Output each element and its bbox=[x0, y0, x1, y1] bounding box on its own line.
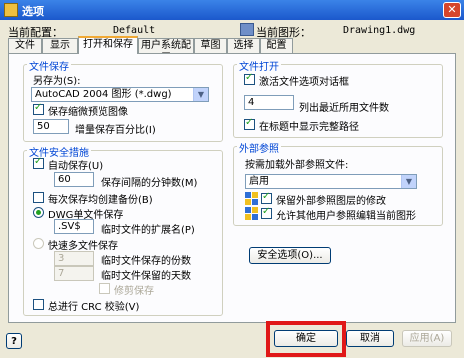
help-button[interactable]: ? bbox=[6, 333, 22, 349]
autosave-label: 自动保存(U) bbox=[48, 161, 104, 172]
retain-changes-label: 保留外部参照图层的修改 bbox=[276, 196, 386, 207]
demand-load-select[interactable]: 启用 ▼ bbox=[245, 174, 417, 189]
autosave-checkbox[interactable] bbox=[33, 156, 44, 169]
temp-ext-label: 临时文件的扩展名(P) bbox=[101, 225, 195, 236]
tab-user-prefs[interactable]: 用户系统配置 bbox=[138, 38, 194, 64]
full-path-label: 在标题中显示完整路径 bbox=[259, 122, 359, 133]
chevron-down-icon: ▼ bbox=[193, 88, 208, 101]
temp-days-label: 临时文件保留的天数 bbox=[101, 271, 191, 282]
demand-load-label: 按需加载外部参照文件: bbox=[245, 160, 349, 171]
allow-edit-label: 允许其他用户参照编辑当前图形 bbox=[276, 211, 416, 222]
recent-files-label: 列出最近所用文件数 bbox=[299, 103, 389, 114]
tab-files[interactable]: 文件 bbox=[8, 38, 42, 53]
security-options-button[interactable]: 安全选项(O)... bbox=[249, 247, 331, 264]
temp-days-input[interactable]: 7 bbox=[54, 266, 94, 281]
shield-icon bbox=[245, 192, 258, 205]
file-dialog-checkbox[interactable] bbox=[244, 72, 255, 85]
full-path-checkbox[interactable] bbox=[244, 117, 255, 130]
window-title: 选项 bbox=[22, 5, 44, 18]
apply-button[interactable]: 应用(A) bbox=[402, 330, 452, 347]
thumbnail-label: 保存缩微预览图像 bbox=[48, 107, 128, 118]
minutes-input[interactable]: 60 bbox=[54, 172, 94, 187]
title-bar: 选项 ✕ bbox=[0, 0, 464, 20]
file-save-title: 文件保存 bbox=[27, 58, 71, 73]
chevron-down-icon: ▼ bbox=[401, 175, 416, 188]
incremental-label: 增量保存百分比(I) bbox=[75, 125, 156, 136]
temp-ext-input[interactable]: .SV$ bbox=[54, 219, 94, 234]
drawing-value: Drawing1.dwg bbox=[343, 25, 416, 36]
incremental-input[interactable]: 50 bbox=[33, 119, 69, 134]
temp-count-label: 临时文件保存的份数 bbox=[101, 256, 191, 267]
recent-files-input[interactable]: 4 bbox=[244, 95, 294, 110]
drawing-icon bbox=[240, 23, 254, 36]
prune-label: 修剪保存 bbox=[114, 286, 154, 297]
shield-icon bbox=[245, 207, 258, 220]
tab-panel: 文件保存 另存为(S): AutoCAD 2004 图形 (*.dwg) ▼ 保… bbox=[8, 53, 456, 323]
tab-open-save[interactable]: 打开和保存 bbox=[78, 36, 138, 54]
multi-save-radio[interactable] bbox=[33, 238, 44, 249]
file-open-title: 文件打开 bbox=[237, 58, 281, 73]
thumbnail-checkbox[interactable] bbox=[33, 102, 44, 115]
close-icon[interactable]: ✕ bbox=[443, 2, 461, 18]
saveas-select[interactable]: AutoCAD 2004 图形 (*.dwg) ▼ bbox=[31, 87, 209, 102]
saveas-value: AutoCAD 2004 图形 (*.dwg) bbox=[35, 89, 172, 100]
temp-count-input[interactable]: 3 bbox=[54, 251, 94, 266]
file-dialog-label: 激活文件选项对话框 bbox=[259, 77, 349, 88]
app-icon bbox=[4, 3, 18, 17]
allow-edit-checkbox[interactable] bbox=[261, 206, 272, 219]
tab-profiles[interactable]: 配置 bbox=[260, 38, 293, 53]
highlight-frame bbox=[266, 321, 346, 357]
minutes-label: 保存间隔的分钟数(M) bbox=[101, 178, 198, 189]
xref-title: 外部参照 bbox=[237, 140, 281, 155]
backup-label: 每次保存均创建备份(B) bbox=[48, 195, 153, 206]
saveas-label: 另存为(S): bbox=[33, 76, 81, 87]
cancel-button[interactable]: 取消 bbox=[346, 330, 394, 347]
tab-display[interactable]: 显示 bbox=[42, 38, 78, 53]
prune-checkbox[interactable] bbox=[99, 283, 110, 294]
retain-changes-checkbox[interactable] bbox=[261, 191, 272, 204]
demand-load-value: 启用 bbox=[249, 176, 269, 187]
profile-value: Default bbox=[113, 25, 156, 36]
backup-checkbox[interactable] bbox=[33, 192, 44, 203]
multi-save-label: 快速多文件保存 bbox=[48, 241, 118, 252]
crc-checkbox[interactable] bbox=[33, 299, 44, 310]
tab-selection[interactable]: 选择 bbox=[227, 38, 260, 53]
single-save-radio[interactable] bbox=[33, 207, 44, 218]
tab-drafting[interactable]: 草图 bbox=[194, 38, 227, 53]
crc-label: 总进行 CRC 校验(V) bbox=[48, 302, 140, 313]
